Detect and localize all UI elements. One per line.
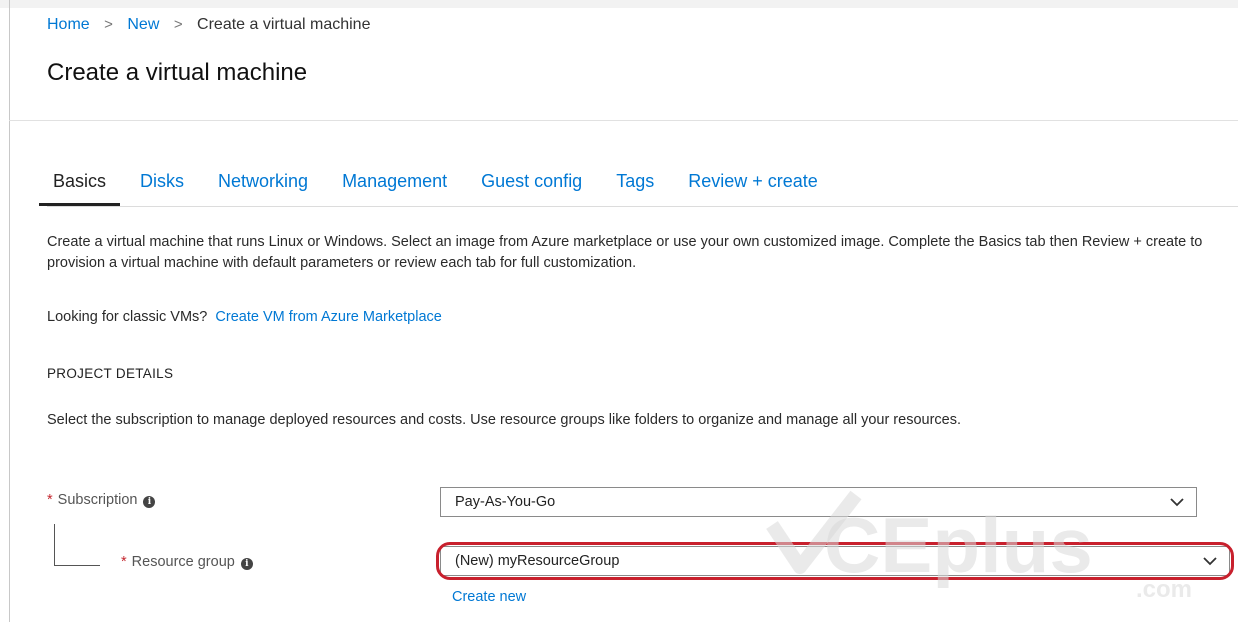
header-divider xyxy=(9,120,1238,121)
create-vm-marketplace-link[interactable]: Create VM from Azure Marketplace xyxy=(215,309,441,325)
top-strip xyxy=(0,0,1238,8)
tab-management[interactable]: Management xyxy=(342,171,447,203)
intro-description: Create a virtual machine that runs Linux… xyxy=(47,234,1203,271)
classic-vm-prefix: Looking for classic VMs? xyxy=(47,309,208,325)
info-icon[interactable]: i xyxy=(240,558,253,570)
tab-guest-config[interactable]: Guest config xyxy=(481,171,582,203)
page-title: Create a virtual machine xyxy=(47,59,308,86)
required-marker: * xyxy=(47,492,53,508)
subscription-select-value: Pay-As-You-Go xyxy=(455,494,556,510)
resource-group-label-text: Resource group xyxy=(131,554,235,570)
tab-networking[interactable]: Networking xyxy=(218,171,308,203)
blade-left-border xyxy=(9,0,10,622)
watermark-suffix: .com xyxy=(1136,576,1192,603)
required-marker: * xyxy=(121,554,127,570)
resource-group-select-value: (New) myResourceGroup xyxy=(455,553,620,569)
resource-group-select[interactable]: (New) myResourceGroup xyxy=(440,546,1230,576)
tab-bar-divider xyxy=(47,206,1238,207)
chevron-down-icon xyxy=(1170,498,1184,507)
tab-basics[interactable]: Basics xyxy=(39,171,121,206)
breadcrumb-separator-icon: > xyxy=(173,16,183,33)
tree-connector-vertical xyxy=(54,524,55,566)
breadcrumb-separator-icon: > xyxy=(104,16,113,33)
tab-disks[interactable]: Disks xyxy=(140,171,184,203)
info-icon[interactable]: i xyxy=(143,496,156,508)
subscription-label-text: Subscription xyxy=(57,492,138,508)
breadcrumb-home-link[interactable]: Home xyxy=(47,16,90,33)
create-new-resource-group-link[interactable]: Create new xyxy=(452,589,526,605)
project-details-description: Select the subscription to manage deploy… xyxy=(47,412,962,428)
breadcrumb-current: Create a virtual machine xyxy=(197,16,371,33)
subscription-select[interactable]: Pay-As-You-Go xyxy=(440,487,1197,517)
breadcrumb: Home > New > Create a virtual machine xyxy=(47,16,370,34)
chevron-down-icon xyxy=(1203,557,1217,566)
tree-connector-horizontal xyxy=(54,565,100,566)
tab-review-create[interactable]: Review + create xyxy=(688,171,818,203)
resource-group-label: * Resource group i xyxy=(121,554,253,570)
subscription-label: * Subscription i xyxy=(47,492,156,508)
classic-vm-line: Looking for classic VMs? Create VM from … xyxy=(47,309,442,325)
tab-bar: Basics Disks Networking Management Guest… xyxy=(39,171,852,207)
project-details-heading: PROJECT DETAILS xyxy=(47,366,174,381)
tab-tags[interactable]: Tags xyxy=(616,171,654,203)
breadcrumb-new-link[interactable]: New xyxy=(127,16,159,33)
